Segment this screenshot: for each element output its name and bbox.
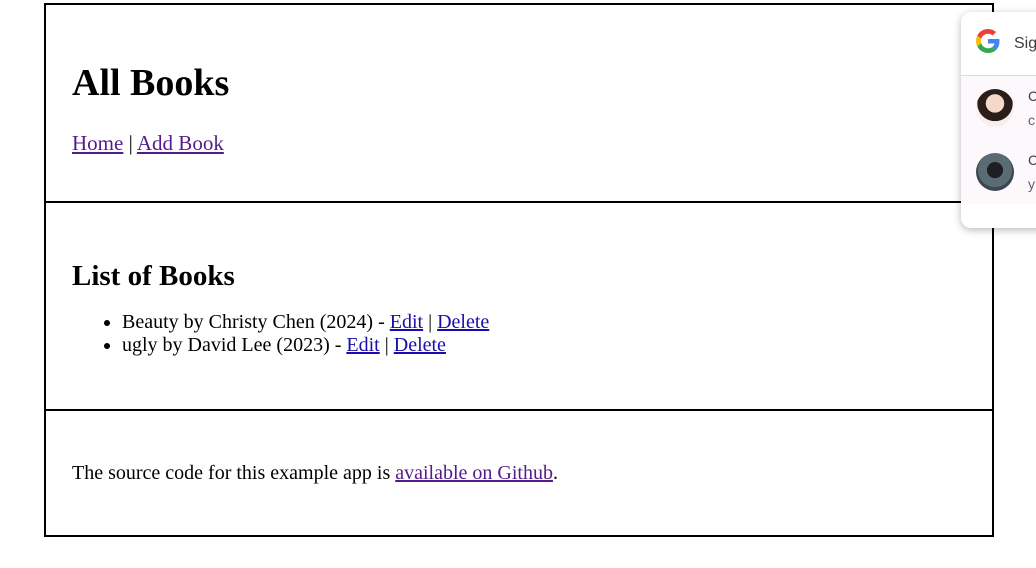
list-item: Beauty by Christy Chen (2024) - Edit | D… (122, 311, 992, 334)
delete-link[interactable]: Delete (437, 311, 489, 333)
link-separator: | (428, 311, 433, 333)
google-logo-icon (976, 29, 1000, 58)
footer-section: The source code for this example app is … (44, 409, 994, 537)
avatar (976, 89, 1014, 127)
footer-text: The source code for this example app is … (72, 411, 992, 485)
google-account-item[interactable]: C c (961, 76, 1036, 140)
delete-link[interactable]: Delete (394, 334, 446, 356)
google-account-item[interactable]: C y (961, 140, 1036, 204)
account-name: C (1028, 152, 1036, 168)
avatar (976, 153, 1014, 191)
home-link[interactable]: Home (72, 131, 123, 155)
list-heading: List of Books (72, 260, 235, 292)
google-popup-title: Sig (1014, 34, 1036, 52)
nav-bar: Home | Add Book (72, 131, 992, 155)
account-email: y (1028, 176, 1035, 192)
page-container: All Books Home | Add Book List of Books … (44, 3, 994, 537)
book-text: Beauty by Christy Chen (2024) - (122, 311, 390, 333)
add-book-link[interactable]: Add Book (137, 131, 224, 155)
account-email: c (1028, 112, 1035, 128)
edit-link[interactable]: Edit (390, 311, 423, 333)
footer-end: . (552, 462, 558, 484)
book-list-section: List of Books Beauty by Christy Chen (20… (44, 201, 994, 409)
google-signin-popup: Sig C c C y (961, 12, 1036, 228)
nav-separator: | (128, 131, 133, 155)
google-popup-header: Sig (961, 12, 1036, 76)
list-item: ugly by David Lee (2023) - Edit | Delete (122, 334, 992, 357)
book-list: Beauty by Christy Chen (2024) - Edit | D… (72, 311, 992, 357)
github-link[interactable]: available on Github (395, 462, 553, 484)
header-section: All Books Home | Add Book (44, 3, 994, 201)
footer-prefix: The source code for this example app is (72, 462, 396, 484)
page-title: All Books (72, 62, 230, 104)
account-name: C (1028, 88, 1036, 104)
edit-link[interactable]: Edit (346, 334, 379, 356)
book-text: ugly by David Lee (2023) - (122, 334, 347, 356)
link-separator: | (384, 334, 389, 356)
